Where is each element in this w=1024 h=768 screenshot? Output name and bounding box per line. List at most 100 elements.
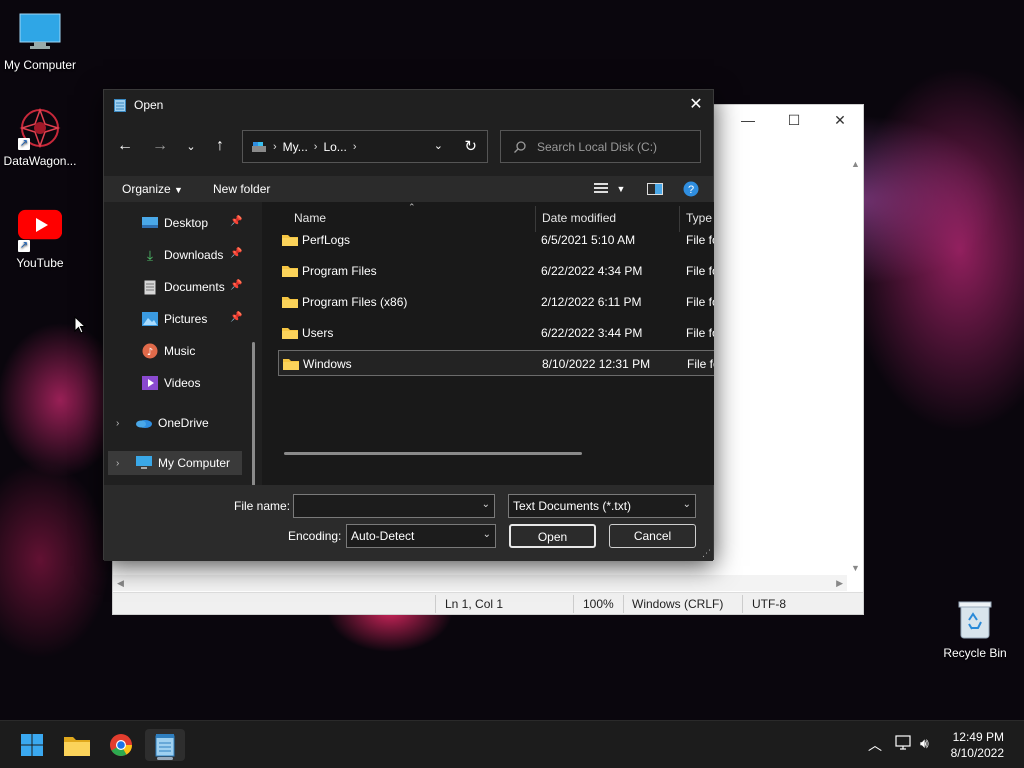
dialog-footer: File name: ⌄ Text Documents (*.txt) ⌄ En… <box>104 485 713 561</box>
new-folder-button[interactable]: New folder <box>213 182 270 196</box>
monitor-icon <box>18 10 62 54</box>
nav-item-onedrive[interactable]: › OneDrive <box>116 411 252 435</box>
search-placeholder: Search Local Disk (C:) <box>537 139 658 154</box>
forward-button[interactable]: → <box>147 132 173 160</box>
desktop-icon-recycle-bin[interactable]: Recycle Bin <box>935 598 1015 660</box>
chevron-up-icon[interactable]: ︿ <box>868 735 882 755</box>
column-header-date[interactable]: Date modified <box>542 211 616 225</box>
nav-item-music[interactable]: ♪ Music <box>142 339 252 363</box>
file-name: Users <box>302 326 334 340</box>
horizontal-scrollbar[interactable]: ◀ ▶ <box>113 575 847 591</box>
folder-icon <box>283 359 299 370</box>
column-header-type[interactable]: Type <box>686 211 712 225</box>
pin-icon: 📌 <box>230 280 243 291</box>
file-row[interactable]: Program Files 6/22/2022 4:34 PM File fo <box>278 258 714 284</box>
nav-label: Documents <box>164 280 225 294</box>
organize-button[interactable]: Organize ▼ <box>122 182 183 196</box>
videos-icon <box>142 375 158 391</box>
desktop-icon-label: Recycle Bin <box>943 646 1007 660</box>
nav-item-desktop[interactable]: Desktop 📌 <box>142 211 252 235</box>
svg-text:♪: ♪ <box>147 347 153 358</box>
chevron-down-icon[interactable]: ⌄ <box>683 499 691 510</box>
command-bar: Organize ▼ New folder ▼ ? <box>104 176 713 202</box>
refresh-icon[interactable]: ↻ <box>464 137 477 155</box>
taskbar: ︿ 🔊︎ 12:49 PM 8/10/2022 <box>0 720 1024 768</box>
volume-icon[interactable]: 🔊︎ <box>920 735 929 752</box>
notepad-icon <box>114 99 126 112</box>
nav-label: Desktop <box>164 216 209 230</box>
active-indicator <box>157 757 173 760</box>
desktop-icon-my-computer[interactable]: My Computer <box>0 10 80 72</box>
close-icon[interactable]: ✕ <box>685 94 707 116</box>
chevron-down-icon[interactable]: ⌄ <box>434 139 443 152</box>
cancel-button[interactable]: Cancel <box>609 524 696 548</box>
chevron-right-icon: › <box>273 140 277 153</box>
breadcrumb-item[interactable]: Lo... <box>323 140 346 154</box>
file-type-select[interactable]: Text Documents (*.txt) ⌄ <box>508 494 696 518</box>
file-row[interactable]: Program Files (x86) 2/12/2022 6:11 PM Fi… <box>278 289 714 315</box>
music-icon: ♪ <box>142 343 158 359</box>
horizontal-scrollbar[interactable] <box>284 452 582 455</box>
datawagon-logo-icon: ↗ <box>18 106 62 150</box>
vertical-scrollbar[interactable]: ▲ ▼ <box>847 155 863 575</box>
window-controls: — ☐ ✕ <box>725 105 863 135</box>
downloads-icon: ⤓ <box>146 246 154 263</box>
desktop-icon-youtube[interactable]: ↗ YouTube <box>0 208 80 270</box>
file-name-input[interactable]: ⌄ <box>293 494 495 518</box>
chevron-down-icon[interactable]: ⌄ <box>482 499 490 510</box>
maximize-icon[interactable]: ☐ <box>771 105 817 135</box>
chevron-right-icon[interactable]: › <box>116 418 126 429</box>
chevron-down-icon[interactable]: ⌄ <box>483 529 491 540</box>
file-row[interactable]: Users 6/22/2022 3:44 PM File fo <box>278 320 714 346</box>
back-button[interactable]: ← <box>112 132 138 160</box>
resize-grip-icon[interactable]: ⋰ <box>702 548 711 559</box>
chrome-icon[interactable] <box>101 729 141 761</box>
folder-icon <box>282 235 298 246</box>
file-type: File fo <box>686 295 714 309</box>
status-bar: Ln 1, Col 1 100% Windows (CRLF) UTF-8 <box>113 592 863 614</box>
dialog-title-bar[interactable]: Open ✕ <box>104 90 713 120</box>
desktop-icon-datawagon[interactable]: ↗ DataWagon... <box>0 106 80 168</box>
chevron-down-icon[interactable]: ▼ <box>610 179 632 199</box>
encoding-label: Encoding: <box>288 529 342 543</box>
file-row[interactable]: Windows 8/10/2022 12:31 PM File fo <box>278 350 714 376</box>
column-header-name[interactable]: Name <box>294 211 326 225</box>
search-input[interactable]: Search Local Disk (C:) <box>500 130 701 163</box>
search-icon <box>514 140 526 153</box>
minimize-icon[interactable]: — <box>725 105 771 135</box>
nav-item-pictures[interactable]: Pictures 📌 <box>142 307 252 331</box>
network-icon[interactable] <box>895 735 913 754</box>
notepad-icon[interactable] <box>145 729 185 761</box>
clock[interactable]: 12:49 PM 8/10/2022 <box>951 729 1004 761</box>
desktop-icon-label: YouTube <box>16 256 64 270</box>
nav-item-videos[interactable]: Videos <box>142 371 252 395</box>
navigation-pane: Desktop 📌 ⤓ Downloads 📌 Documents 📌 Pict… <box>104 202 262 532</box>
up-button[interactable]: ↑ <box>207 132 233 160</box>
file-explorer-icon[interactable] <box>57 729 97 761</box>
nav-label: OneDrive <box>158 416 209 430</box>
open-dialog[interactable]: Open ✕ ← → ⌄ ↑ › My... › Lo... › ⌄ ↻ Sea… <box>103 89 714 561</box>
clock-date: 8/10/2022 <box>950 746 1004 760</box>
file-date: 8/10/2022 12:31 PM <box>542 357 651 371</box>
view-options-icon[interactable] <box>590 179 612 199</box>
file-type: File fo <box>686 326 714 340</box>
help-icon[interactable]: ? <box>680 179 702 199</box>
preview-pane-icon[interactable] <box>644 179 666 199</box>
close-icon[interactable]: ✕ <box>817 105 863 135</box>
breadcrumb-item[interactable]: My... <box>283 140 308 154</box>
start-icon[interactable] <box>12 729 52 761</box>
file-type: File fo <box>686 264 714 278</box>
nav-item-downloads[interactable]: ⤓ Downloads 📌 <box>142 243 252 267</box>
chevron-right-icon[interactable]: › <box>116 458 126 469</box>
folder-icon <box>282 297 298 308</box>
file-row[interactable]: PerfLogs 6/5/2021 5:10 AM File fo <box>278 227 714 253</box>
pictures-icon <box>142 311 158 327</box>
recent-locations-button[interactable]: ⌄ <box>178 132 204 160</box>
address-bar[interactable]: › My... › Lo... › ⌄ ↻ <box>242 130 488 163</box>
nav-item-my-computer[interactable]: › My Computer <box>108 451 242 475</box>
open-button[interactable]: Open <box>509 524 596 548</box>
desktop-icon <box>142 215 158 231</box>
file-date: 6/5/2021 5:10 AM <box>541 233 636 247</box>
nav-item-documents[interactable]: Documents 📌 <box>142 275 252 299</box>
encoding-select[interactable]: Auto-Detect ⌄ <box>346 524 496 548</box>
